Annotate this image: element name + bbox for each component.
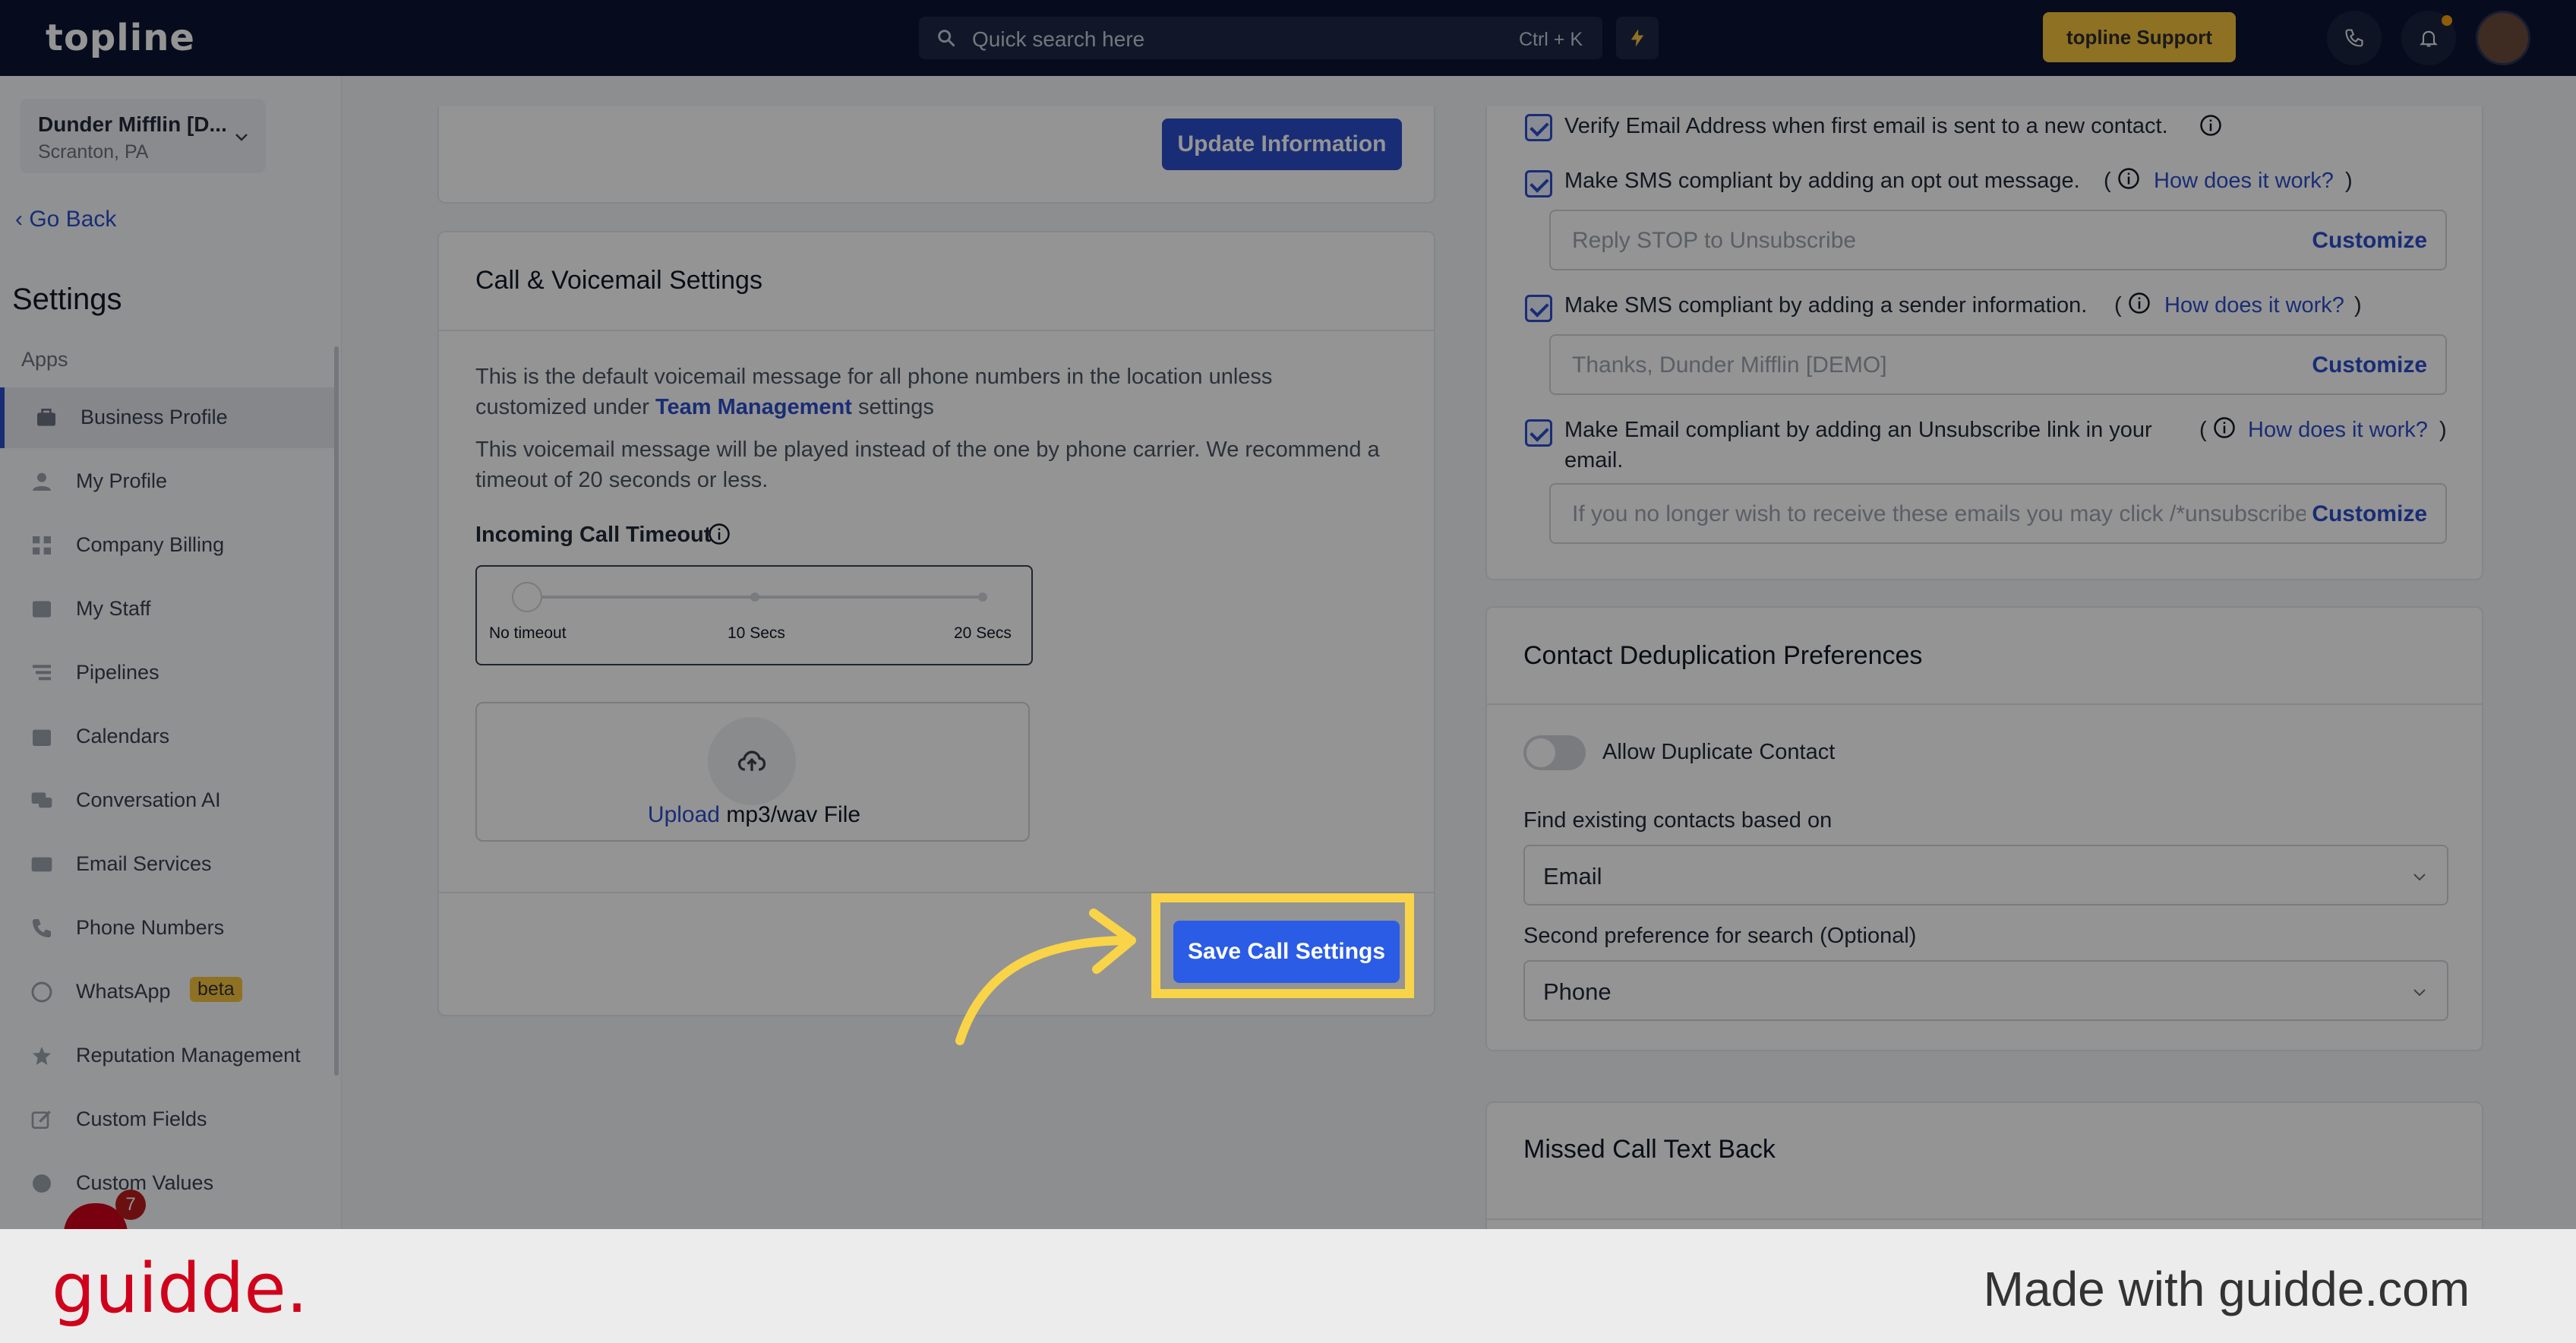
pointer-arrow-icon [955,908,1136,1045]
save-call-settings-button[interactable]: Save Call Settings [1173,921,1400,983]
made-with-text: Made with guidde.com [1983,1262,2470,1316]
guidde-footer: guidde. Made with guidde.com [0,1229,2576,1343]
guidde-logo: guidde. [52,1249,308,1329]
dim-overlay [0,0,2576,1229]
